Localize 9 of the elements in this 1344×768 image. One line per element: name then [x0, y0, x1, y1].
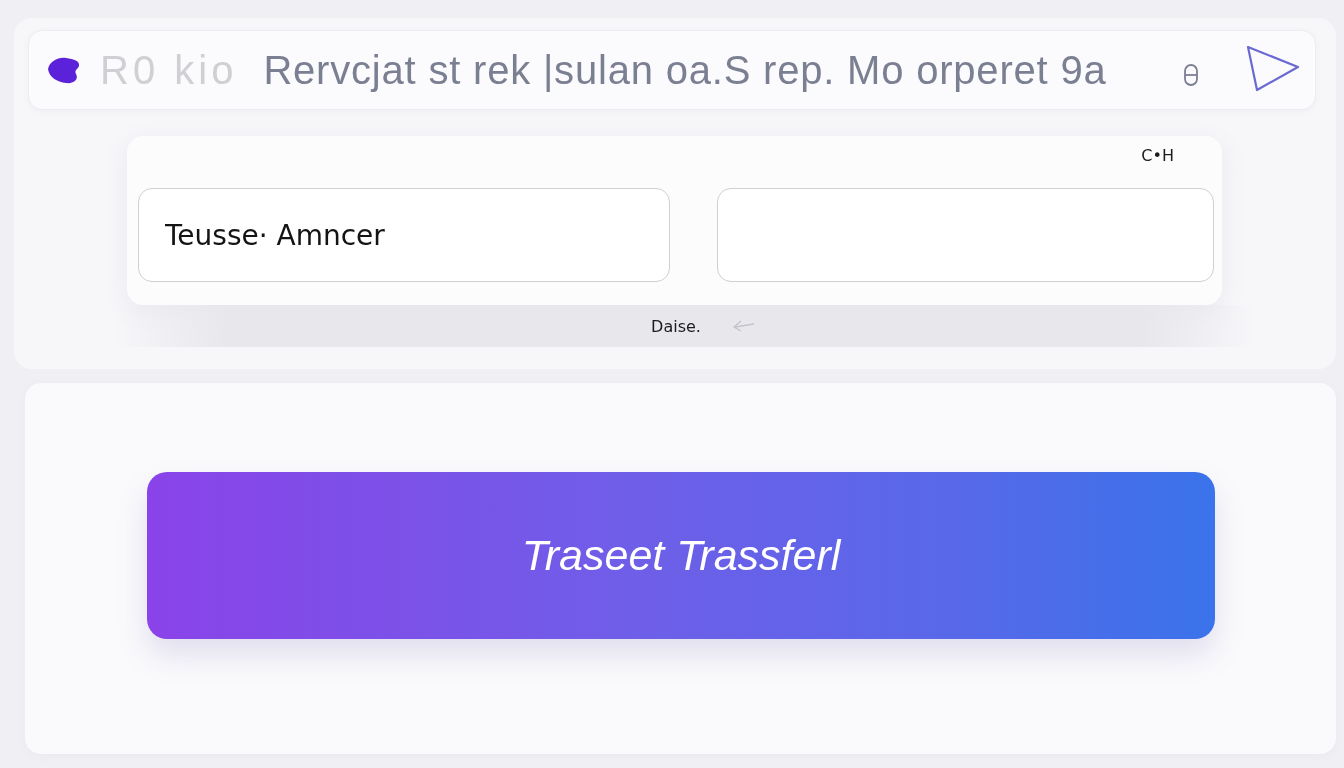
hint-text: Daise.: [651, 316, 701, 336]
field-label: C•H: [1141, 145, 1174, 165]
text-field[interactable]: Teusse· Amncer: [138, 188, 670, 282]
logo-icon: [46, 55, 80, 85]
text-field[interactable]: [717, 188, 1214, 282]
arrow-icon: [732, 320, 755, 332]
action-button[interactable]: Traseet Trassferl: [147, 472, 1215, 639]
capsule-icon: [1184, 64, 1198, 86]
header-title: Rervcjat st rek |sulan oa.S rep. Mo orperet 9a: [263, 47, 1107, 93]
